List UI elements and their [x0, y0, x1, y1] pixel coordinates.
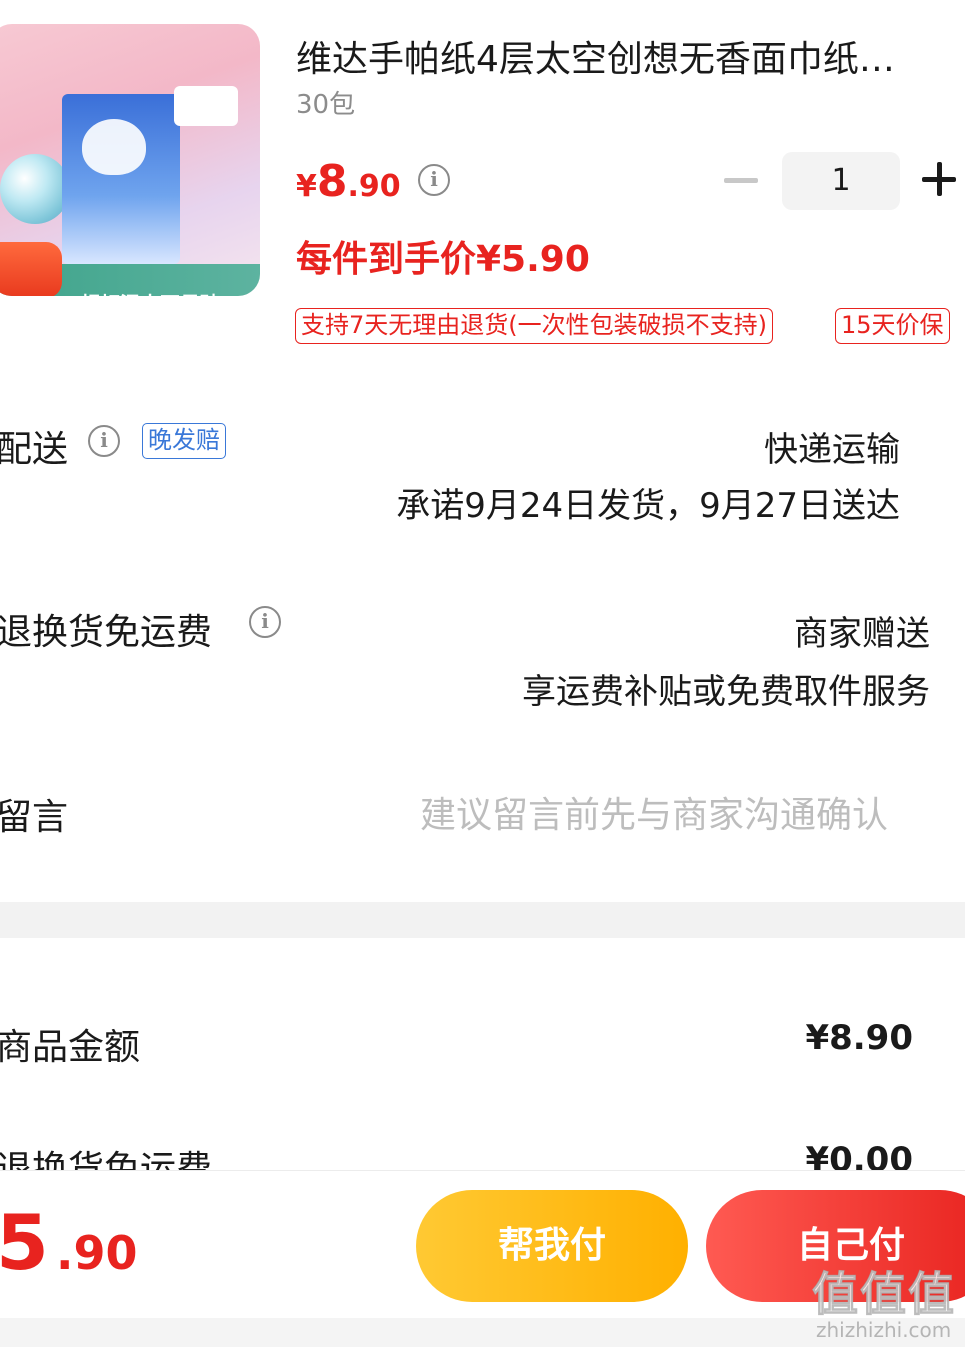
return-shipping-info-icon[interactable]: i	[249, 606, 281, 638]
return-shipping-desc: 享运费补贴或免费取件服务	[522, 672, 930, 712]
help-pay-button[interactable]: 帮我付	[416, 1190, 688, 1302]
product-image-bubble	[0, 154, 70, 224]
return-shipping-value: 商家赠送	[794, 614, 930, 654]
product-image-promo	[0, 242, 62, 296]
product-image[interactable]: 超韧湿水不易破	[0, 24, 260, 296]
price-info-icon[interactable]: i	[418, 164, 450, 196]
quantity-input[interactable]: 1	[782, 152, 900, 210]
price-decimal: .90	[347, 169, 401, 204]
late-compensation-badge[interactable]: 晚发赔	[142, 423, 226, 459]
price-integer: 8	[316, 156, 348, 207]
product-image-badge	[174, 86, 238, 126]
delivery-promise[interactable]: 承诺9月24日发货，9月27日送达	[396, 478, 900, 527]
minus-icon[interactable]	[724, 178, 758, 183]
watermark-url: zhizhizhi.com	[816, 1318, 952, 1342]
product-title[interactable]: 维达手帕纸4层太空创想无香面巾纸…	[296, 30, 946, 82]
return-policy-tag: 支持7天无理由退货(一次性包装破损不支持)	[295, 308, 773, 344]
delivery-method[interactable]: 快递运输	[764, 422, 900, 471]
message-input[interactable]: 建议留言前先与商家沟通确认	[420, 786, 888, 838]
price-protect-tag: 15天价保	[835, 308, 950, 344]
price-currency: ¥	[296, 169, 317, 204]
total-price-integer: 5	[0, 1198, 49, 1287]
message-label: 留言	[0, 797, 69, 838]
goods-amount-value: ¥8.90	[805, 1018, 913, 1058]
product-price: ¥8.90	[296, 156, 401, 207]
section-divider	[0, 902, 965, 938]
delivery-info-icon[interactable]: i	[88, 425, 120, 457]
return-shipping-label: 退换货免运费	[0, 612, 213, 653]
delivery-label: 配送	[0, 429, 69, 470]
product-image-caption: 超韧湿水不易破	[80, 288, 220, 296]
final-price: 每件到手价¥5.90	[296, 239, 590, 280]
goods-amount-label: 商品金额	[0, 1027, 141, 1068]
watermark-logo: 值值值	[812, 1267, 956, 1322]
product-spec[interactable]: 30包	[296, 84, 355, 121]
plus-icon[interactable]	[922, 162, 956, 196]
total-price-decimal: .90	[56, 1226, 138, 1280]
brand-logo	[82, 119, 146, 175]
